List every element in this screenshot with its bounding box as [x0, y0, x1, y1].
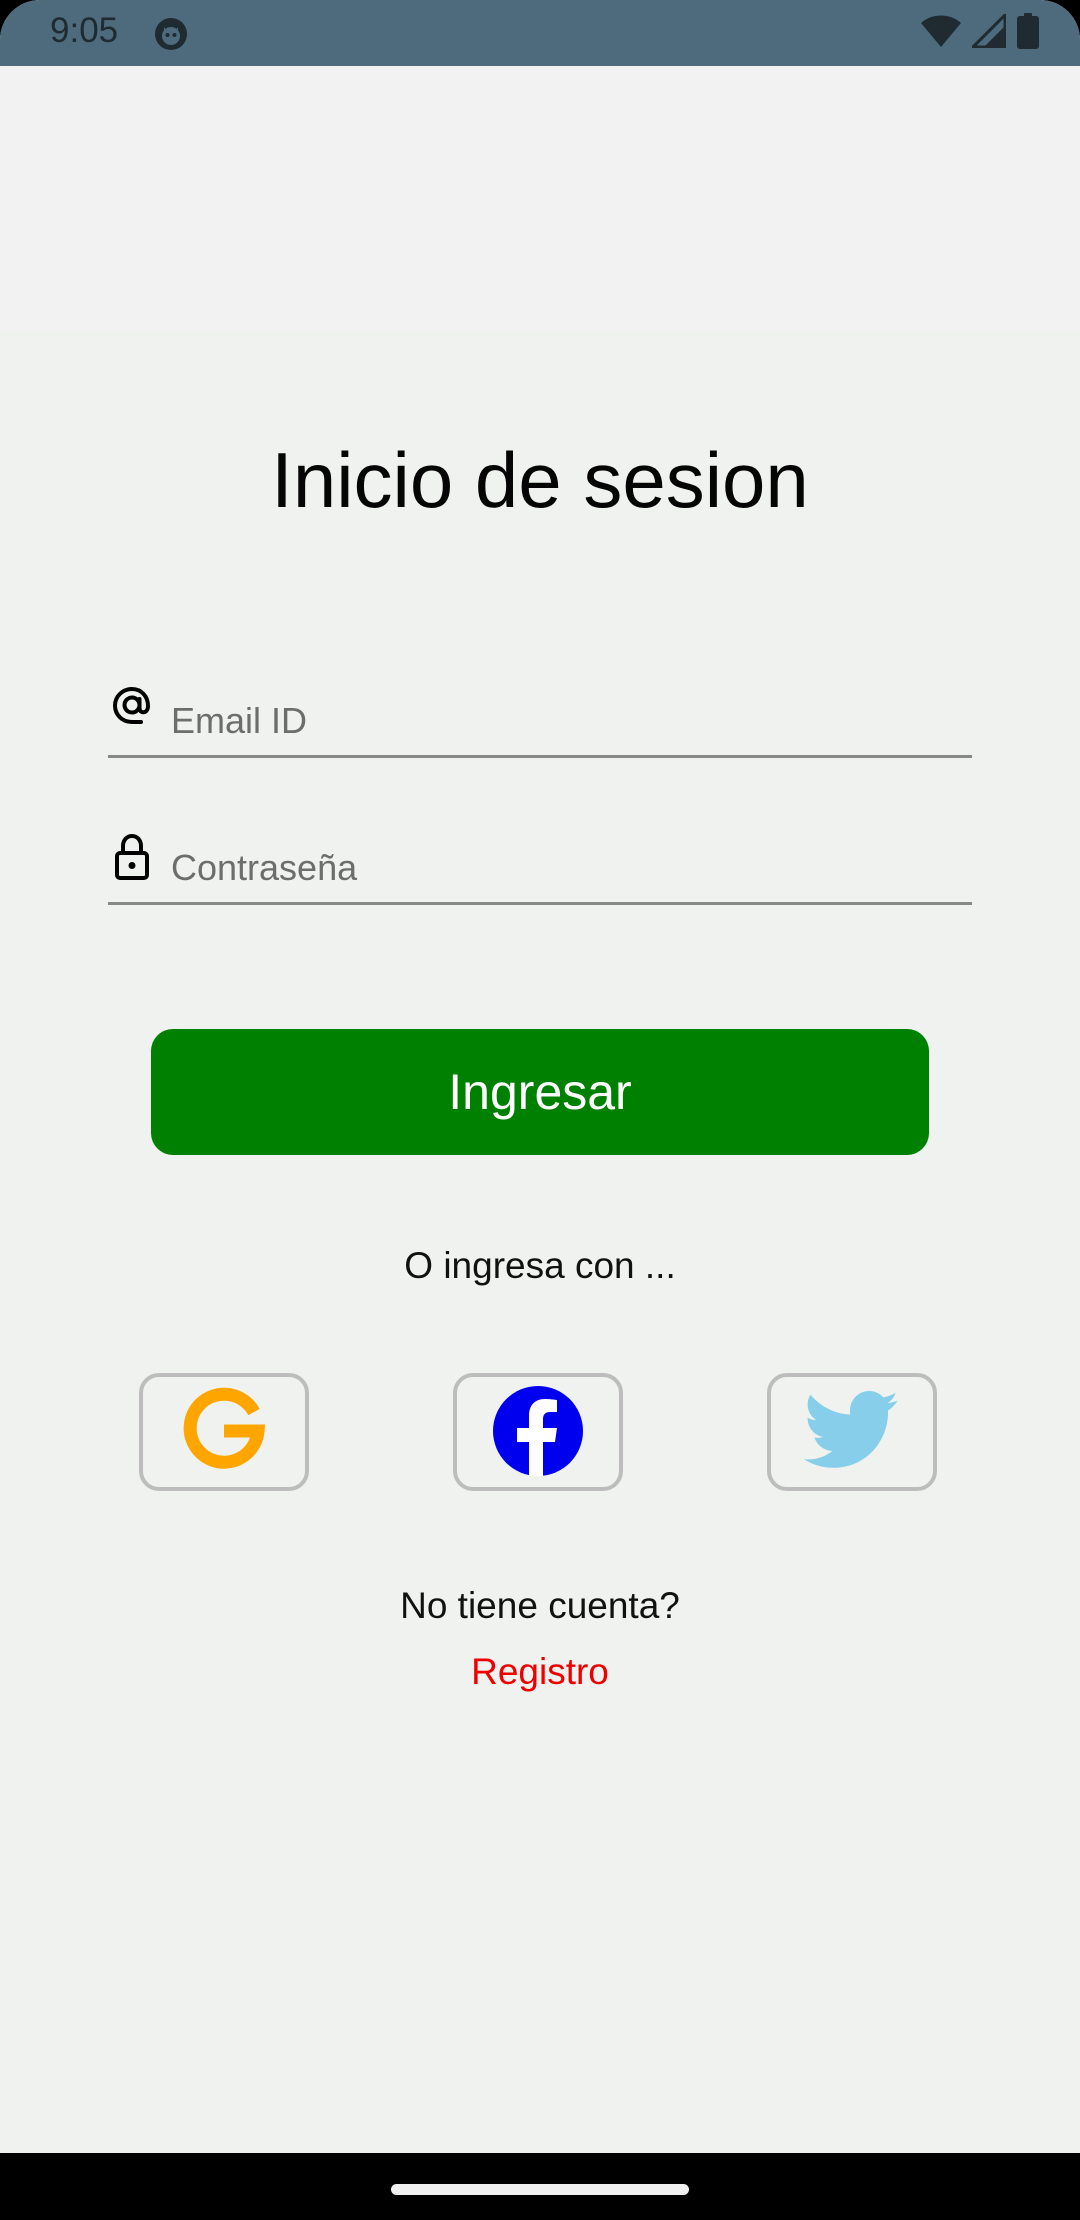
email-field[interactable]: [108, 685, 972, 758]
home-gesture-handle[interactable]: [391, 2184, 689, 2195]
no-account-text: No tiene cuenta?: [400, 1585, 680, 1626]
email-input[interactable]: [171, 695, 951, 747]
login-button[interactable]: Ingresar: [151, 1029, 929, 1155]
at-sign-icon: [110, 685, 154, 735]
register-link[interactable]: Registro: [0, 1651, 1080, 1693]
twitter-login-button[interactable]: [767, 1373, 937, 1491]
app-notification-icon: [153, 16, 189, 52]
cell-signal-icon: [969, 10, 1007, 53]
twitter-icon: [803, 1390, 900, 1474]
google-login-button[interactable]: [139, 1373, 309, 1491]
battery-icon: [1016, 12, 1040, 54]
page-title: Inicio de sesion: [271, 436, 809, 524]
navigation-bar: [0, 2153, 1080, 2220]
status-bar: 9:05: [0, 0, 1080, 66]
header-band: [0, 66, 1080, 332]
wifi-icon: [920, 14, 962, 53]
google-icon: [178, 1385, 270, 1480]
facebook-icon: [492, 1385, 584, 1480]
status-time: 9:05: [50, 11, 119, 50]
status-icons: [920, 10, 1040, 54]
password-input[interactable]: [171, 842, 951, 894]
lock-icon: [110, 832, 154, 882]
facebook-login-button[interactable]: [453, 1373, 623, 1491]
password-field[interactable]: [108, 832, 972, 905]
alternative-login-text: O ingresa con ...: [404, 1245, 676, 1286]
app-screen: 9:05 Inicio de sesion Email ID Ingresar …: [0, 0, 1080, 2220]
